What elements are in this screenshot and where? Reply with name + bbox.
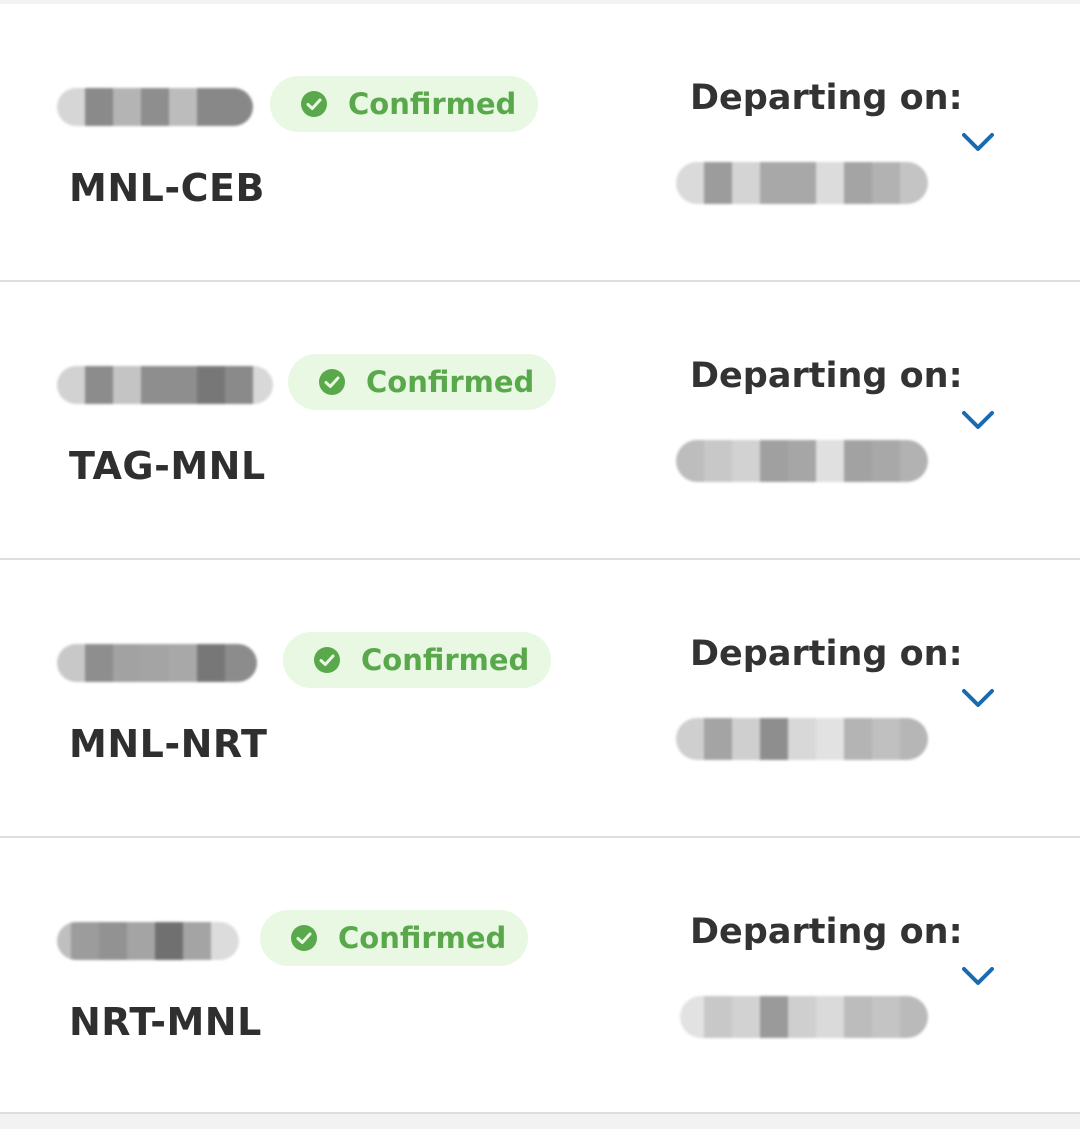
status-label: Confirmed [366,365,535,399]
route-label: MNL-CEB [69,166,265,210]
booking-code-redacted [57,88,253,126]
departure-date-redacted [676,718,928,760]
booking-code-redacted [57,366,273,404]
chevron-down-icon[interactable] [960,686,996,710]
check-circle-icon [301,91,327,117]
departing-label: Departing on: [690,912,963,952]
status-badge: Confirmed [288,354,556,410]
departure-date-redacted [680,996,928,1038]
chevron-down-icon[interactable] [960,408,996,432]
check-circle-icon [291,925,317,951]
booking-code-redacted [57,922,239,960]
status-badge: Confirmed [270,76,538,132]
departing-label: Departing on: [690,356,963,396]
check-circle-icon [319,369,345,395]
booking-list: Confirmed MNL-CEB Departing on: Confirme… [0,4,1080,1114]
chevron-down-icon[interactable] [960,964,996,988]
route-label: TAG-MNL [69,444,266,488]
booking-card[interactable]: Confirmed TAG-MNL Departing on: [0,282,1080,560]
status-badge: Confirmed [283,632,551,688]
status-label: Confirmed [348,87,517,121]
departing-label: Departing on: [690,634,963,674]
booking-card[interactable]: Confirmed NRT-MNL Departing on: [0,838,1080,1114]
booking-card[interactable]: Confirmed MNL-NRT Departing on: [0,560,1080,838]
route-label: NRT-MNL [69,1000,262,1044]
chevron-down-icon[interactable] [960,130,996,154]
departure-date-redacted [676,440,928,482]
departing-label: Departing on: [690,78,963,118]
status-badge: Confirmed [260,910,528,966]
departure-date-redacted [676,162,928,204]
booking-card[interactable]: Confirmed MNL-CEB Departing on: [0,4,1080,282]
status-label: Confirmed [361,643,530,677]
booking-code-redacted [57,644,257,682]
status-label: Confirmed [338,921,507,955]
route-label: MNL-NRT [69,722,268,766]
check-circle-icon [314,647,340,673]
